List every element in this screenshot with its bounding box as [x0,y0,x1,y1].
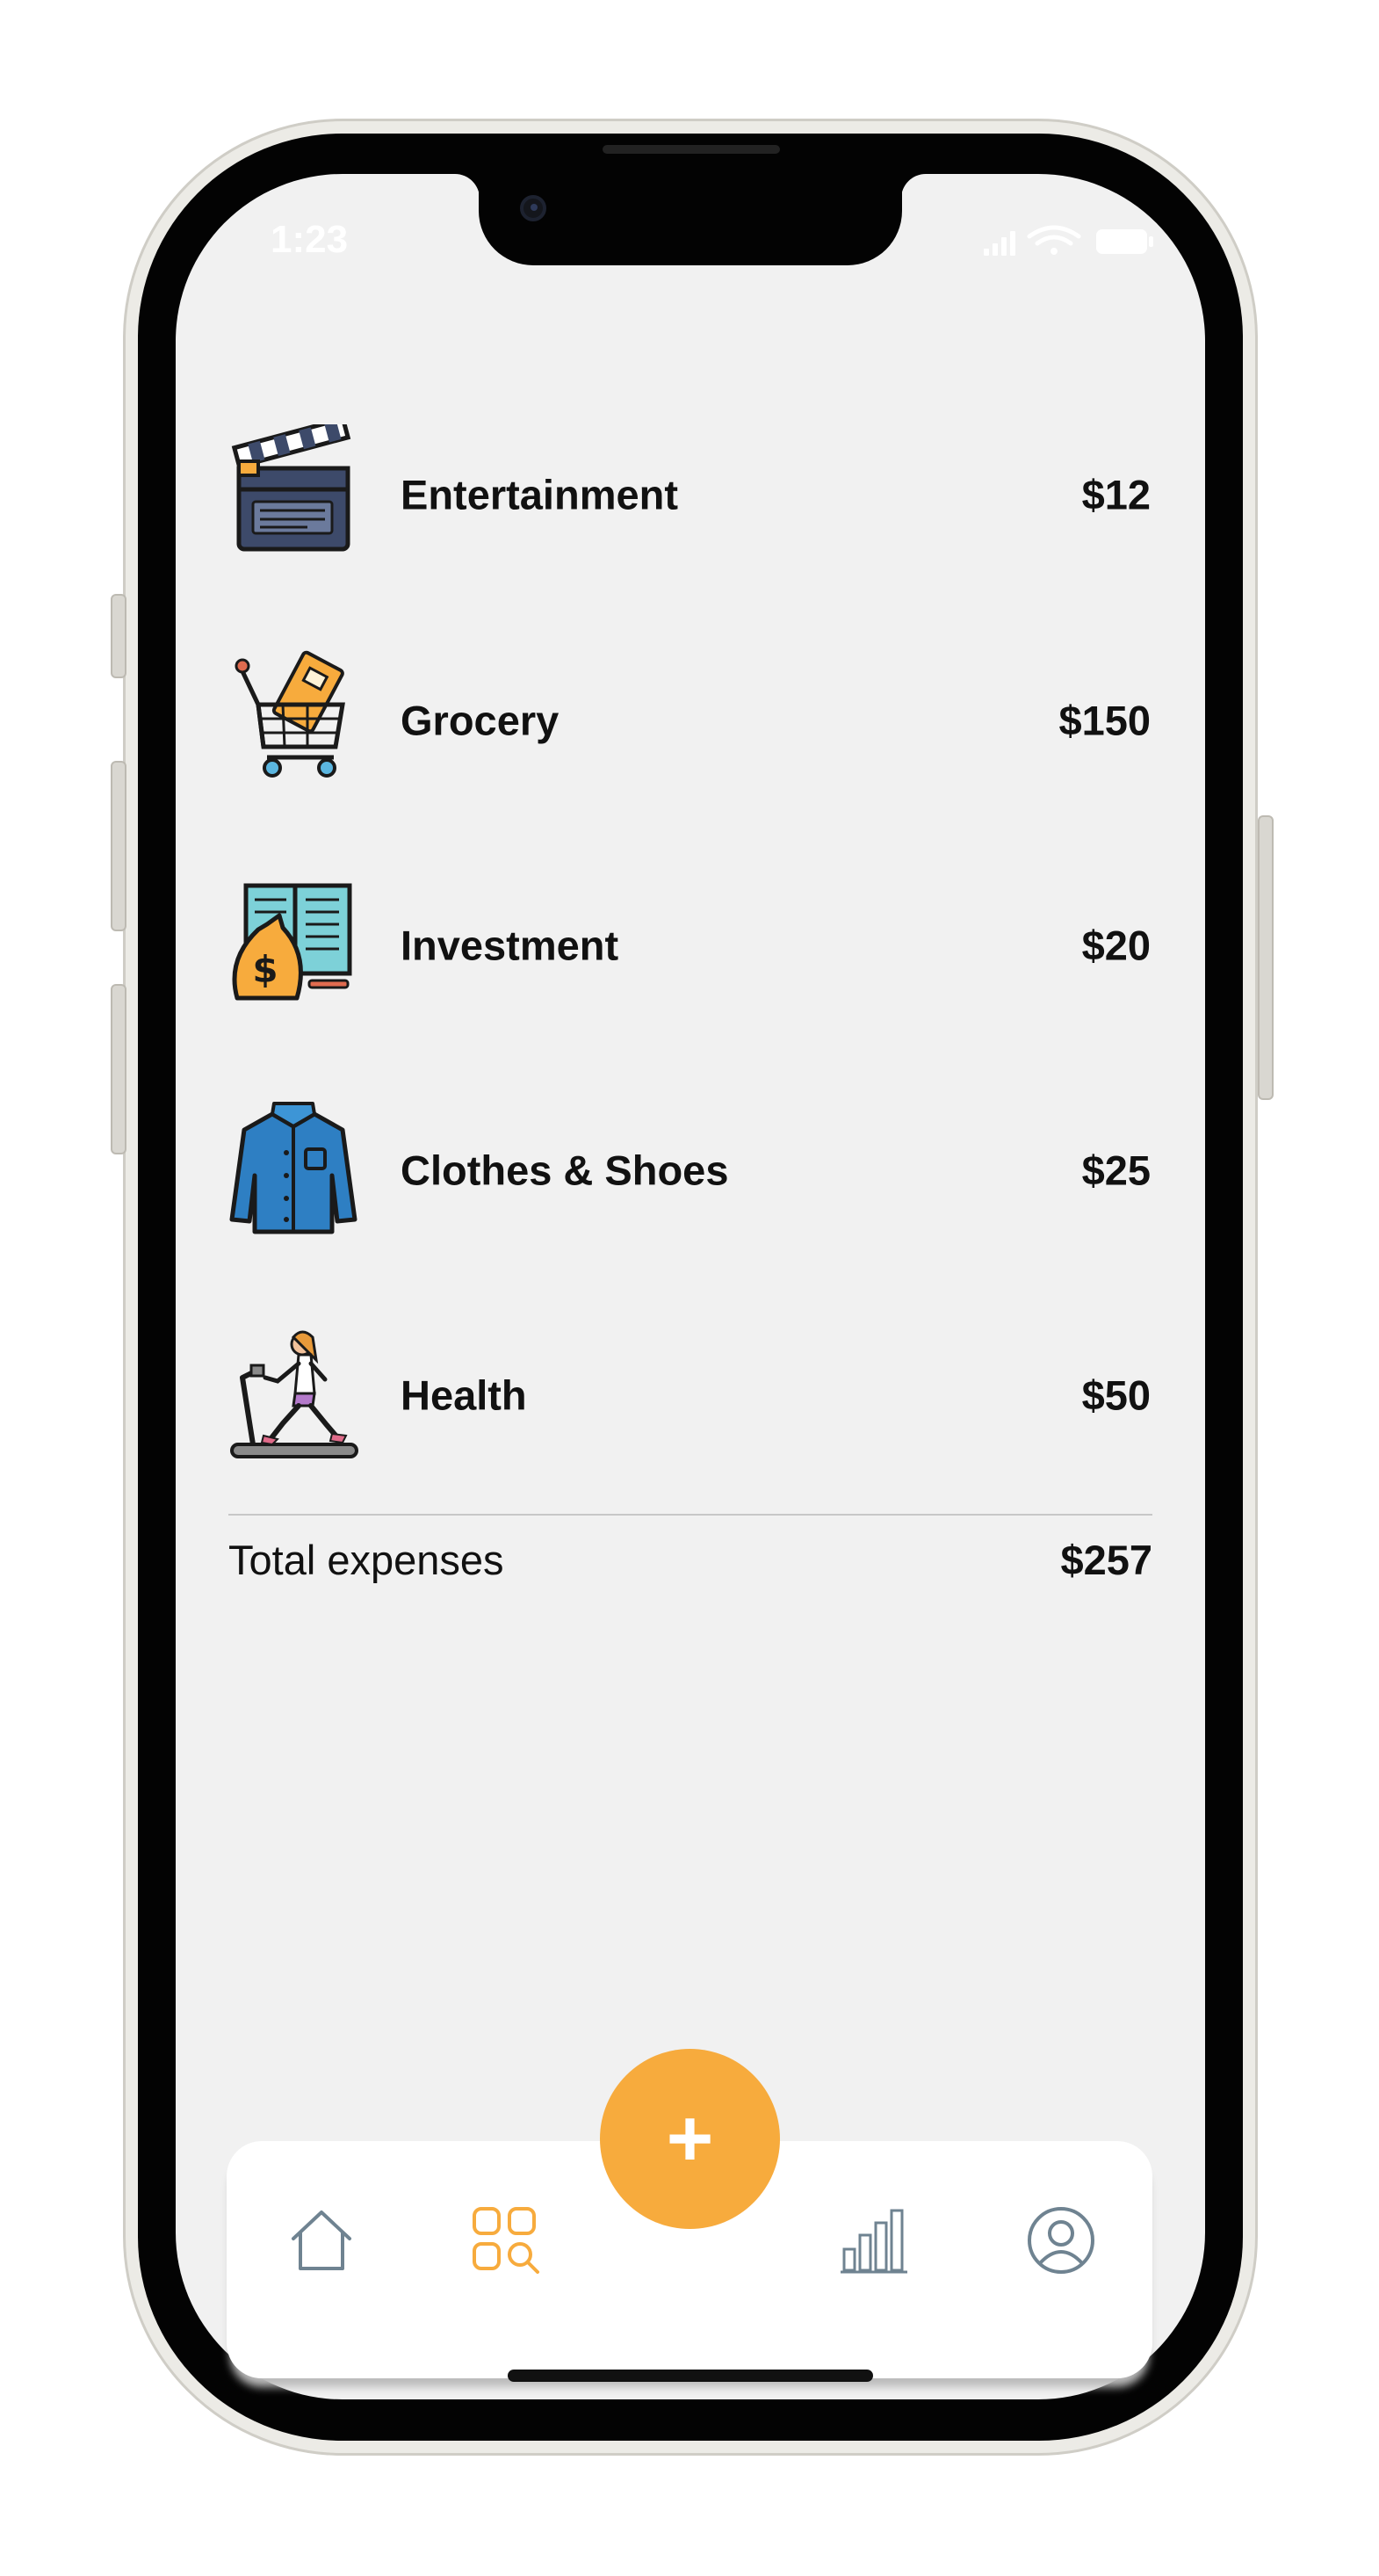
shopping-cart-icon [228,650,360,791]
category-name: Investment [401,922,619,969]
svg-text:$: $ [252,948,278,991]
tab-home[interactable] [286,2205,357,2276]
home-icon [292,2211,351,2270]
volume-down-button [111,984,126,1154]
status-icons [984,224,1159,259]
list-item[interactable]: Health $50 [228,1325,1151,1465]
list-item[interactable]: Entertainment $12 [228,416,1151,565]
user-icon [1028,2207,1094,2274]
money-bag-book-icon: $ [228,875,360,1016]
category-name: Entertainment [401,471,678,518]
divider [228,1514,1152,1516]
shirt-icon [228,1100,360,1241]
treadmill-icon [228,1325,360,1465]
home-indicator[interactable] [508,2370,873,2382]
total-label: Total expenses [228,1537,504,1583]
signal-icon [984,231,1015,256]
tab-profile[interactable] [1026,2205,1096,2276]
list-item[interactable]: Grocery $150 [228,650,1151,791]
tab-stats[interactable] [839,2205,909,2276]
volume-up-button [111,761,126,931]
power-button [1258,815,1274,1100]
total-amount: $257 [1060,1537,1152,1583]
tab-categories[interactable] [471,2205,541,2276]
list-item[interactable]: $ Investment $20 [228,875,1151,1016]
list-item[interactable]: Clothes & Shoes $25 [228,1100,1151,1241]
category-amount: $20 [1081,922,1151,969]
camera [520,195,546,221]
category-amount: $25 [1081,1147,1151,1194]
status-time: 1:23 [271,218,349,261]
silent-switch [111,594,126,678]
category-name: Clothes & Shoes [401,1147,729,1194]
category-amount: $12 [1081,471,1151,518]
speaker [603,145,780,154]
battery-icon [1096,229,1153,254]
category-amount: $150 [1058,697,1151,744]
category-name: Health [401,1371,527,1419]
category-name: Grocery [401,697,560,744]
clapperboard-icon [228,416,360,565]
category-amount: $50 [1081,1371,1151,1419]
add-expense-button[interactable]: + [600,2049,780,2229]
notch [479,174,902,265]
bar-chart-icon [841,2209,907,2274]
category-search-icon [473,2207,539,2274]
wifi-icon [1027,225,1081,255]
